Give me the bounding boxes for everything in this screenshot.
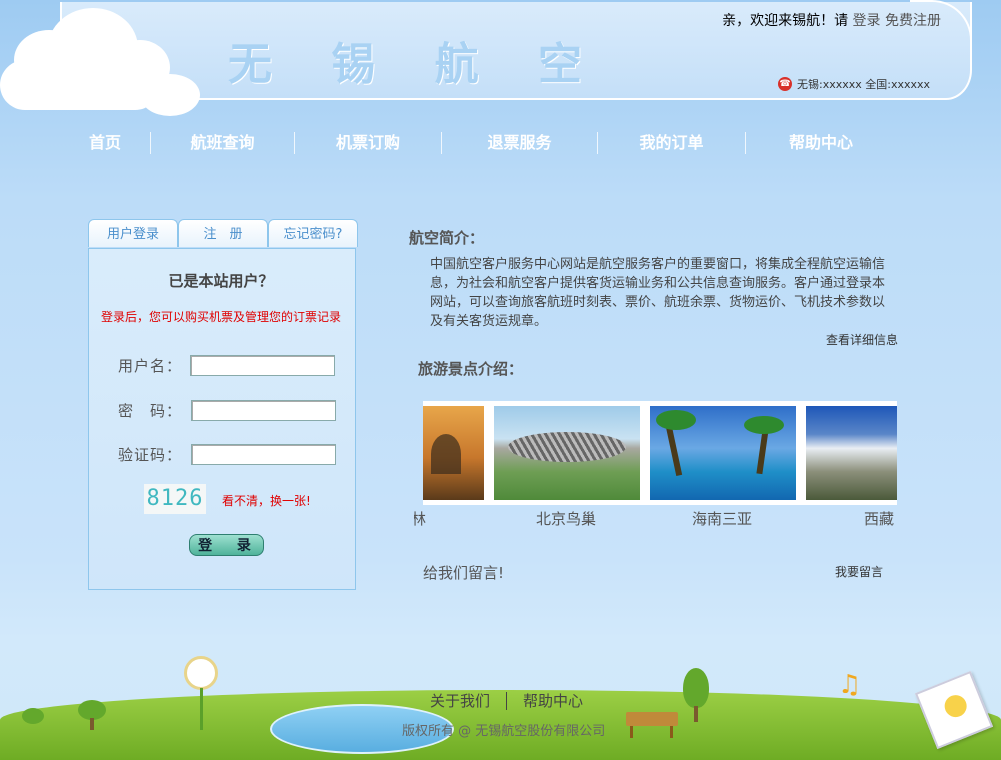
cloud-decoration	[0, 60, 160, 110]
spots-title: 旅游景点介绍：	[418, 360, 524, 378]
nav-divider	[150, 132, 151, 154]
tab-user-login[interactable]: 用户登录	[88, 219, 178, 247]
login-note: 登录后，您可以购买机票及管理您的订票记录	[100, 310, 341, 324]
caption-sanya: 海南三亚	[692, 510, 753, 528]
guilin-photo[interactable]	[423, 406, 484, 500]
smiley-icon	[941, 691, 970, 721]
nav-home[interactable]: 首页	[60, 128, 150, 158]
footer-divider	[506, 691, 508, 710]
password-input[interactable]	[191, 400, 336, 421]
footer-links: 关于我们 帮助中心	[430, 690, 583, 711]
nav-refund-service[interactable]: 退票服务	[442, 128, 597, 158]
sanya-photo[interactable]	[650, 406, 796, 500]
tree-trunk	[694, 706, 698, 722]
login-link[interactable]: 登录	[853, 13, 881, 29]
nav-divider	[745, 132, 746, 154]
bench-leg	[670, 726, 673, 738]
nav-help-center[interactable]: 帮助中心	[746, 128, 896, 158]
tree-decoration	[78, 700, 106, 720]
captcha-image[interactable]: 8126	[144, 484, 206, 514]
tibet-photo[interactable]	[806, 406, 897, 500]
intro-text: 中国航空客户服务中心网站是航空服务客户的重要窗口，将集成全程航空运输信息，为社会…	[430, 257, 886, 329]
username-label: 用户名：	[118, 357, 183, 375]
birds-nest-photo[interactable]	[494, 406, 640, 500]
guestbook-label: 给我们留言!	[423, 564, 505, 582]
intro-title: 航空简介：	[409, 229, 485, 247]
music-note-icon: ♫	[838, 670, 862, 700]
login-button[interactable]: 登 录	[189, 534, 264, 556]
nav-ticket-booking[interactable]: 机票订购	[295, 128, 441, 158]
leave-message-link[interactable]: 我要留言	[835, 563, 883, 580]
nav-divider	[294, 132, 295, 154]
nav-divider	[441, 132, 442, 154]
caption-beijing: 北京鸟巢	[536, 510, 597, 528]
flower-decoration	[184, 656, 218, 690]
captcha-input[interactable]	[191, 444, 336, 465]
nav-divider	[597, 132, 598, 154]
welcome-text: 亲，欢迎来锡航！请	[722, 13, 849, 29]
username-input[interactable]	[190, 355, 335, 376]
password-label: 密 码：	[118, 402, 183, 420]
captcha-label: 验证码：	[118, 446, 183, 464]
tab-forgot-password[interactable]: 忘记密码?	[268, 219, 358, 247]
captcha-refresh-link[interactable]: 看不清，换一张!	[222, 492, 311, 509]
welcome-bar: 亲，欢迎来锡航！请 登录 免费注册	[722, 10, 941, 30]
footer-help-link[interactable]: 帮助中心	[523, 690, 583, 711]
main-nav: 首页 航班查询 机票订购 退票服务 我的订单 帮助中心	[60, 128, 910, 158]
tree-trunk	[90, 718, 94, 730]
bench-leg	[630, 726, 633, 738]
spots-gallery	[423, 401, 897, 505]
hotline-text: 无锡:xxxxxx 全国:xxxxxx	[797, 78, 931, 91]
flower-stem	[200, 688, 203, 730]
nav-my-orders[interactable]: 我的订单	[598, 128, 745, 158]
tab-register[interactable]: 注 册	[178, 219, 268, 247]
hotline: ☎ 无锡:xxxxxx 全国:xxxxxx	[778, 76, 930, 92]
login-title: 已是本站用户？	[168, 272, 274, 290]
nav-flight-search[interactable]: 航班查询	[151, 128, 294, 158]
tree-decoration	[683, 668, 709, 708]
caption-guilin: 林	[414, 510, 426, 528]
bench-decoration	[626, 712, 678, 726]
register-link[interactable]: 免费注册	[885, 13, 941, 29]
caption-tibet: 西藏	[864, 510, 895, 528]
tree-decoration	[22, 708, 44, 724]
phone-icon: ☎	[778, 77, 792, 91]
site-logo-title: 无 锡 航 空	[228, 39, 604, 90]
more-info-link[interactable]: 查看详细信息	[826, 331, 898, 348]
footer-about-link[interactable]: 关于我们	[430, 690, 490, 711]
copyright-text: 版权所有 @ 无锡航空股份有限公司	[402, 724, 606, 739]
